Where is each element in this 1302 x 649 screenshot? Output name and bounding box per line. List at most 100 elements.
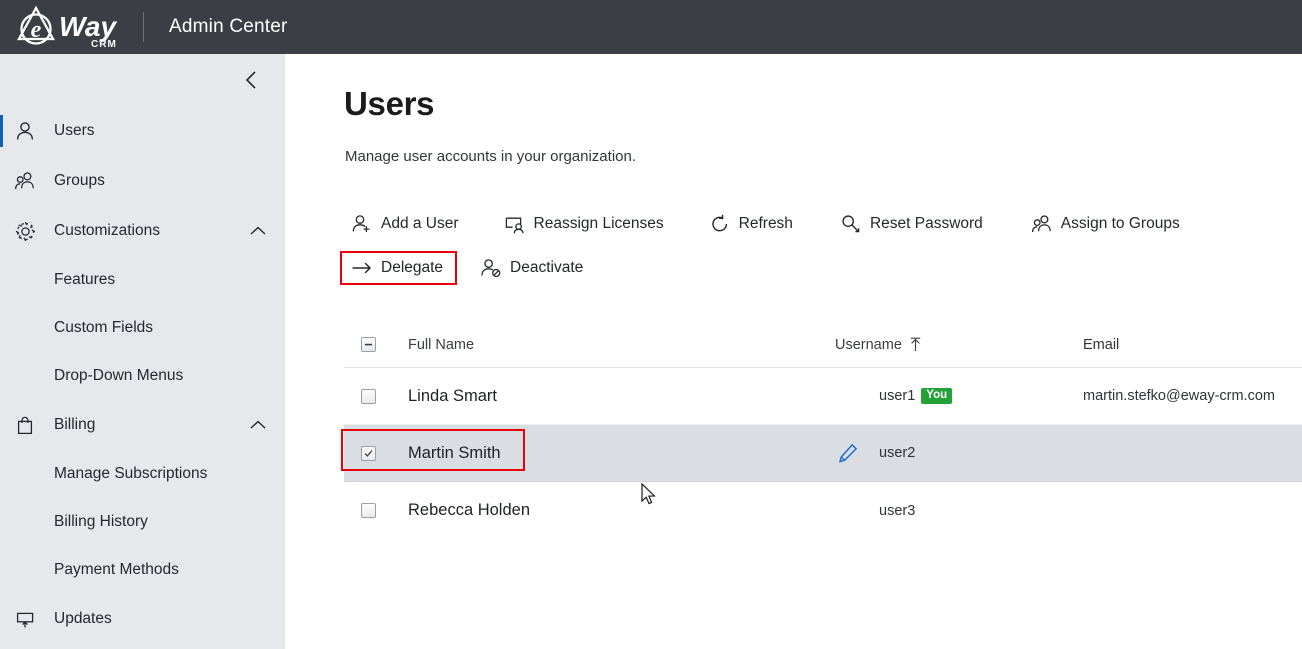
sidebar-item-label: Customizations [54,222,160,239]
toolbar-label: Reset Password [869,215,983,232]
cell-username: user3 [835,503,1083,519]
sidebar-item-billing[interactable]: Billing [0,400,285,450]
indeterminate-dash-icon [364,343,373,346]
edit-user-button[interactable] [835,442,879,464]
gear-icon [14,218,44,244]
toolbar-label: Assign to Groups [1060,215,1180,232]
row-checkbox-cell[interactable] [344,445,408,461]
person-icon [14,118,44,144]
sidebar-item-label: Payment Methods [54,561,179,578]
refresh-button[interactable]: Refresh [698,207,807,241]
select-all-checkbox[interactable] [361,337,376,352]
toolbar-row-2: Delegate Deactivate [340,248,1280,288]
sidebar-item-users[interactable]: Users [0,106,285,156]
sidebar-item-label: Updates [54,610,112,627]
reassign-license-icon [503,213,527,235]
row-checkbox[interactable] [361,388,376,404]
username-text: user3 [879,502,916,519]
users-table: Full Name Username Email Linda Smart use… [341,322,1302,539]
row-checkbox[interactable] [361,503,376,518]
people-icon [1030,213,1054,235]
people-icon [14,168,44,194]
column-header-username[interactable]: Username [835,337,1083,353]
logo-mark: e Way CRM [16,5,117,50]
deactivate-button[interactable]: Deactivate [469,251,597,285]
svg-text:Way: Way [59,11,117,42]
sidebar-item-updates[interactable]: Updates [0,594,285,644]
sidebar-item-groups[interactable]: Groups [0,156,285,206]
row-checkbox-cell[interactable] [344,503,408,518]
sidebar-item-label: Billing [54,416,96,433]
toolbar-label: Add a User [381,215,459,232]
reset-password-button[interactable]: Reset Password [829,207,997,241]
sidebar-collapse-button[interactable] [233,62,269,98]
top-bar: e Way CRM Admin Center [0,0,1302,54]
chevron-left-icon [245,71,256,89]
toolbar-label: Deactivate [510,259,584,276]
table-row[interactable]: Martin Smith user2 [341,425,1302,482]
arrow-right-icon [350,257,374,279]
table-row[interactable]: Linda Smart user1 You martin.stefko@eway… [344,368,1302,425]
toolbar: Add a User Reassign Licenses Refresh Res… [340,204,1280,288]
pencil-icon [838,443,858,463]
sidebar-item-label: Features [54,271,116,288]
main-content: Users Manage user accounts in your organ… [285,54,1302,649]
topbar-divider [143,12,144,42]
add-a-user-button[interactable]: Add a User [340,207,473,241]
username-text: user1 [879,388,916,404]
sidebar-item-billing-history[interactable]: Billing History [0,498,285,546]
page-subtitle: Manage user accounts in your organizatio… [345,148,637,165]
table-row[interactable]: Rebecca Holden user3 [344,482,1302,539]
cell-full-name: Martin Smith [408,443,501,462]
cell-username: user2 [835,442,1083,464]
app-title: Admin Center [169,16,288,37]
refresh-icon [708,213,732,235]
arrow-up-icon [909,337,922,352]
key-icon [839,213,863,235]
cell-full-name: Rebecca Holden [408,501,530,519]
column-header-email[interactable]: Email [1083,337,1302,353]
column-header-full-name[interactable]: Full Name [408,337,835,353]
sidebar-item-label: Groups [54,172,105,189]
select-all-checkbox-cell[interactable] [344,337,408,352]
sidebar-item-features[interactable]: Features [0,256,285,304]
toolbar-label: Delegate [381,259,444,276]
person-add-icon [350,213,374,235]
sidebar-item-label: Drop-Down Menus [54,367,184,384]
sidebar-item-label: Custom Fields [54,319,154,336]
status-badge-you: You [921,388,953,404]
svg-text:CRM: CRM [91,39,117,50]
sidebar-item-label: Billing History [54,513,148,530]
sidebar: Users Groups Customizations Features Cus… [0,54,285,649]
sidebar-item-label: Users [54,122,95,139]
sidebar-item-customizations[interactable]: Customizations [0,206,285,256]
bag-icon [14,412,44,438]
toolbar-label: Refresh [738,215,793,232]
svg-text:e: e [30,17,41,43]
cell-email: martin.stefko@eway-crm.com [1083,388,1275,404]
page-title: Users [344,85,435,122]
column-header-username-label: Username [835,336,902,353]
checkmark-icon [364,449,373,457]
chevron-up-icon[interactable] [249,225,267,237]
eway-crm-logo[interactable]: e Way CRM [0,0,143,54]
chevron-up-icon[interactable] [249,419,267,431]
person-block-icon [479,257,503,279]
sidebar-item-manage-subscriptions[interactable]: Manage Subscriptions [0,450,285,498]
monitor-up-icon [14,606,44,632]
reassign-licenses-button[interactable]: Reassign Licenses [493,207,678,241]
username-text: user2 [879,445,916,461]
cell-username: user1 You [835,388,1083,404]
toolbar-label: Reassign Licenses [533,215,664,232]
delegate-button[interactable]: Delegate [340,251,458,285]
table-header-row: Full Name Username Email [344,322,1302,368]
cell-full-name: Linda Smart [408,386,497,405]
assign-to-groups-button[interactable]: Assign to Groups [1020,207,1194,241]
toolbar-row-1: Add a User Reassign Licenses Refresh Res… [340,204,1280,244]
sidebar-item-custom-fields[interactable]: Custom Fields [0,304,285,352]
sidebar-item-label: Manage Subscriptions [54,465,208,482]
sidebar-item-drop-down-menus[interactable]: Drop-Down Menus [0,352,285,400]
sidebar-item-payment-methods[interactable]: Payment Methods [0,546,285,594]
row-checkbox-cell[interactable] [344,388,408,404]
row-checkbox[interactable] [361,445,376,461]
